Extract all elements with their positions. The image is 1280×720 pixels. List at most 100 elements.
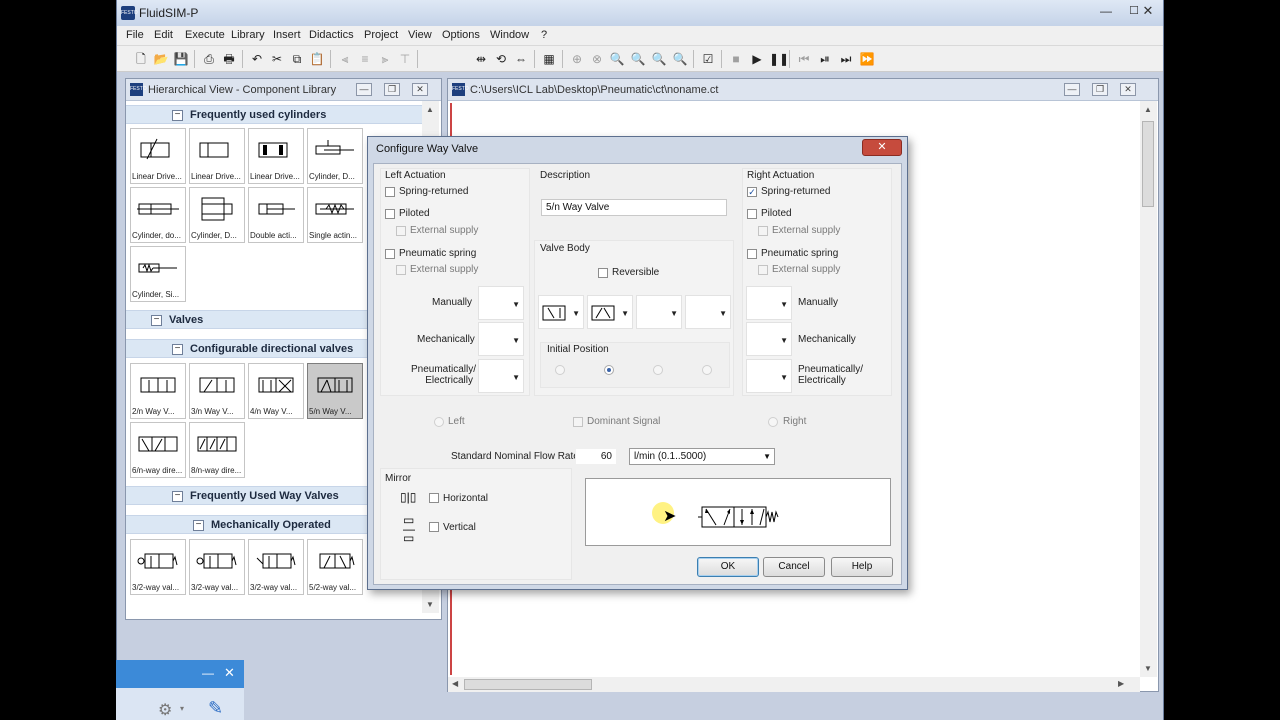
zoom-area-icon[interactable]: ⊗ (589, 51, 605, 67)
distribute-icon[interactable]: ⇹ (473, 51, 489, 67)
tile-double-acting[interactable]: Double acti... (248, 187, 304, 243)
right-external-supply-checkbox[interactable] (758, 226, 768, 236)
minimize-button[interactable] (1091, 2, 1117, 20)
menu-insert[interactable]: Insert (273, 29, 301, 41)
tile-2n-way-valve[interactable]: 2/n Way V... (130, 363, 186, 419)
print-icon[interactable]: 🖶 (221, 51, 237, 67)
description-input[interactable]: 5/n Way Valve (541, 199, 727, 216)
zoom-out-icon[interactable]: 🔍 (672, 51, 688, 67)
restore-icon[interactable]: ❐ (1092, 83, 1108, 96)
right-mechanically-select[interactable]: ▼ (746, 322, 792, 356)
tile-5n-way-valve[interactable]: 5/n Way V... (307, 363, 363, 419)
tile-cylinder-do[interactable]: Cylinder, do... (130, 187, 186, 243)
rotate-icon[interactable]: ⟲ (493, 51, 509, 67)
left-pneumatic-spring-checkbox[interactable] (385, 249, 395, 259)
initial-position-radio-4[interactable] (702, 365, 712, 375)
valve-position-3-select[interactable]: ▼ (636, 295, 682, 329)
tile-linear-drive-2[interactable]: Linear Drive... (189, 128, 245, 184)
scroll-left-icon[interactable]: ◀ (452, 679, 458, 688)
grid-icon[interactable]: ▦ (541, 51, 557, 67)
left-pneumatic-external-supply-checkbox[interactable] (396, 265, 406, 275)
left-piloted-checkbox[interactable] (385, 209, 395, 219)
scroll-up-icon[interactable]: ▲ (426, 105, 434, 114)
align-left-icon[interactable]: ⫷ (337, 51, 353, 67)
tile-3n-way-valve[interactable]: 3/n Way V... (189, 363, 245, 419)
valve-position-2-select[interactable]: ▼ (587, 295, 633, 329)
right-manually-select[interactable]: ▼ (746, 286, 792, 320)
menu-help[interactable]: ? (541, 29, 547, 41)
pause-icon[interactable]: ❚❚ (769, 51, 789, 67)
dominant-signal-checkbox[interactable] (573, 417, 583, 427)
save-icon[interactable]: 💾 (173, 51, 189, 67)
open-folder-icon[interactable]: 📂 (153, 51, 169, 67)
toolbox-title-bar[interactable]: — ✕ (116, 660, 244, 688)
tile-32-way-valve-3[interactable]: 3/2-way val... (248, 539, 304, 595)
tile-single-acting[interactable]: Single actin... (307, 187, 363, 243)
dominant-left-radio[interactable] (434, 417, 444, 427)
right-pneumatic-electric-select[interactable]: ▼ (746, 359, 792, 393)
horizontal-scroll-thumb[interactable] (464, 679, 592, 690)
tile-4n-way-valve[interactable]: 4/n Way V... (248, 363, 304, 419)
stop-icon[interactable]: ■ (728, 51, 744, 67)
tile-32-way-valve-2[interactable]: 3/2-way val... (189, 539, 245, 595)
reversible-checkbox[interactable] (598, 268, 608, 278)
right-pneumatic-spring-checkbox[interactable] (747, 249, 757, 259)
document-horizontal-scrollbar[interactable]: ◀ ▶ (448, 677, 1140, 692)
flow-rate-input[interactable]: 60 (575, 448, 617, 465)
minimize-icon[interactable]: — (356, 83, 372, 96)
left-mechanically-select[interactable]: ▼ (478, 322, 524, 356)
collapse-icon[interactable]: − (172, 110, 183, 121)
step-to-end-icon[interactable]: ⏭ (838, 51, 854, 67)
title-bar[interactable]: FESTO FluidSIM-P — ☐ ✕ (117, 0, 1163, 26)
close-icon[interactable]: ✕ (224, 665, 235, 681)
scroll-right-icon[interactable]: ▶ (1118, 679, 1124, 688)
tile-6n-way-valve[interactable]: 6/n-way dire... (130, 422, 186, 478)
tile-cylinder-si[interactable]: Cylinder, Si... (130, 246, 186, 302)
zoom-in-icon[interactable]: 🔍 (651, 51, 667, 67)
print-preview-icon[interactable]: ⎙ (201, 51, 217, 67)
copy-icon[interactable]: ⧉ (289, 51, 305, 67)
right-spring-returned-checkbox[interactable]: ✓ (747, 187, 757, 197)
zoom-fit-icon[interactable]: 🔍 (609, 51, 625, 67)
scroll-up-icon[interactable]: ▲ (1144, 105, 1152, 114)
restore-icon[interactable]: ❐ (384, 83, 400, 96)
zoom-window-icon[interactable]: 🔍 (630, 51, 646, 67)
menu-file[interactable]: File (126, 29, 144, 41)
right-pneumatic-external-supply-checkbox[interactable] (758, 265, 768, 275)
align-top-icon[interactable]: ⊤ (397, 51, 413, 67)
minimize-icon[interactable]: — (1064, 83, 1080, 96)
new-file-icon[interactable]: 🗋 (133, 51, 149, 67)
tile-linear-drive-3[interactable]: Linear Drive... (248, 128, 304, 184)
ok-button[interactable]: OK (697, 557, 759, 577)
close-icon[interactable]: ✕ (412, 83, 428, 96)
left-spring-returned-checkbox[interactable] (385, 187, 395, 197)
initial-position-radio-3[interactable] (653, 365, 663, 375)
menu-execute[interactable]: Execute (185, 29, 225, 41)
dialog-close-button[interactable]: ✕ (862, 139, 902, 156)
menu-options[interactable]: Options (442, 29, 480, 41)
gear-icon[interactable]: ⚙ (158, 700, 172, 720)
menu-project[interactable]: Project (364, 29, 398, 41)
zoom-full-icon[interactable]: ⊕ (569, 51, 585, 67)
scroll-down-icon[interactable]: ▼ (1144, 664, 1152, 673)
close-icon[interactable]: ✕ (1120, 83, 1136, 96)
cancel-button[interactable]: Cancel (763, 557, 825, 577)
tile-cylinder-d-1[interactable]: Cylinder, D... (307, 128, 363, 184)
menu-edit[interactable]: Edit (154, 29, 173, 41)
left-pneumatic-electric-select[interactable]: ▼ (478, 359, 524, 393)
undo-icon[interactable]: ↶ (249, 51, 265, 67)
close-icon[interactable]: ✕ (1135, 2, 1161, 20)
left-manually-select[interactable]: ▼ (478, 286, 524, 320)
mirror-horizontal-checkbox[interactable] (429, 493, 439, 503)
right-piloted-checkbox[interactable] (747, 209, 757, 219)
tile-cylinder-d-2[interactable]: Cylinder, D... (189, 187, 245, 243)
tile-8n-way-valve[interactable]: 8/n-way dire... (189, 422, 245, 478)
group-frequently-used-cylinders[interactable]: − Frequently used cylinders (126, 105, 422, 124)
collapse-icon[interactable]: − (193, 520, 204, 531)
initial-position-radio-1[interactable] (555, 365, 565, 375)
chevron-down-icon[interactable]: ▾ (180, 704, 184, 713)
play-icon[interactable]: ▶ (749, 51, 765, 67)
dominant-right-radio[interactable] (768, 417, 778, 427)
document-title-bar[interactable]: FESTO C:\Users\ICL Lab\Desktop\Pneumatic… (448, 79, 1158, 101)
left-external-supply-checkbox[interactable] (396, 226, 406, 236)
